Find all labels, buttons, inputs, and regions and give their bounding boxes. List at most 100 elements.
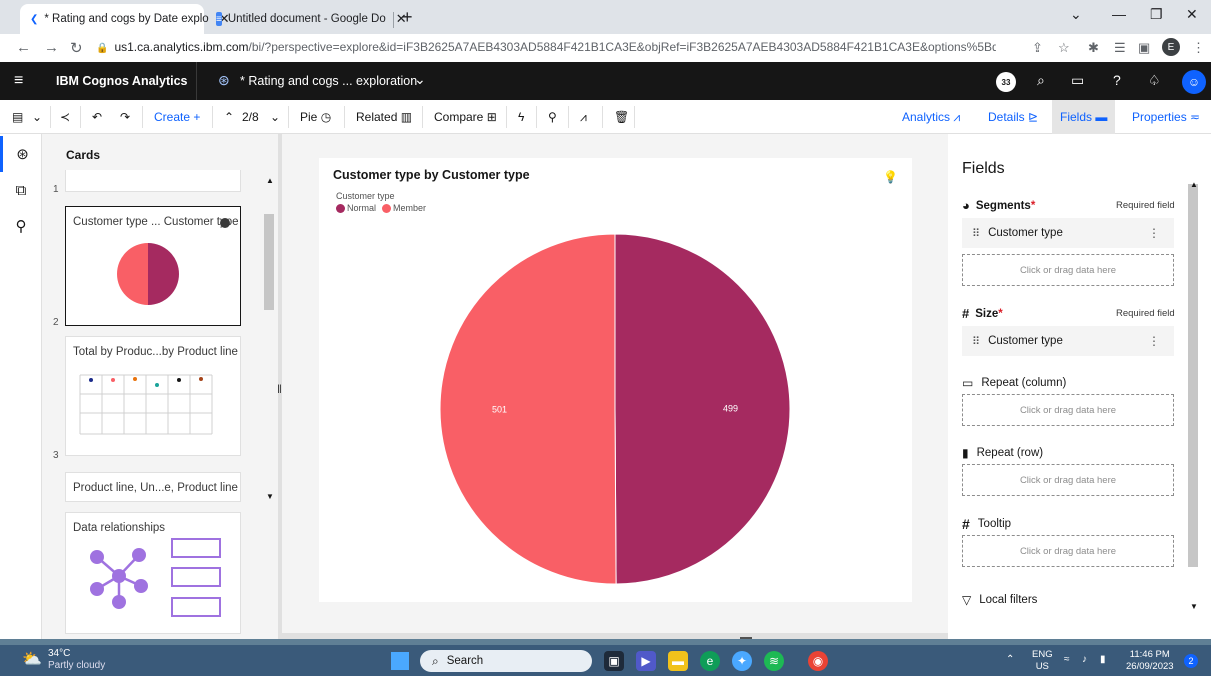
profile-avatar[interactable]: E bbox=[1162, 38, 1180, 56]
tab-fields[interactable]: Fields ▬ bbox=[1052, 100, 1116, 134]
chevron-down-icon[interactable]: ⌄ bbox=[270, 110, 280, 124]
pie-slice-member[interactable] bbox=[439, 233, 617, 585]
chevron-down-icon[interactable]: ⌄ bbox=[1070, 6, 1082, 23]
mini-dot bbox=[199, 377, 203, 381]
app-icon[interactable]: ✦ bbox=[732, 651, 752, 671]
url-path: /bi/?perspective=explore&id=iF3B2625A7AE… bbox=[248, 40, 996, 54]
browser-tab-cognos[interactable]: ❮ * Rating and cogs by Date explo ✕ bbox=[20, 4, 230, 34]
pin-rail-icon[interactable]: ⚲ bbox=[0, 208, 42, 244]
notification-center-badge[interactable]: 2 bbox=[1184, 654, 1198, 668]
toolbar-separator bbox=[506, 106, 507, 128]
new-tab-icon[interactable]: + bbox=[402, 7, 413, 28]
card-product-line[interactable]: Product line, Un...e, Product line bbox=[65, 472, 241, 502]
forward-icon[interactable]: → bbox=[44, 39, 59, 56]
star-icon[interactable]: ☆ bbox=[1058, 40, 1070, 56]
chrome-icon[interactable]: ◉ bbox=[808, 651, 828, 671]
battery-icon[interactable]: ▮ bbox=[1100, 654, 1106, 665]
card-customer-type[interactable]: Customer type ... Customer type bbox=[65, 206, 241, 326]
trash-icon[interactable]: 🗑 bbox=[614, 110, 629, 124]
taskbar-search[interactable]: ⌕ Search bbox=[420, 650, 592, 672]
notification-badge[interactable]: 33 bbox=[996, 72, 1016, 92]
weather-icon[interactable]: ⛅ bbox=[22, 649, 42, 669]
search-icon: ⌕ bbox=[432, 653, 439, 668]
segments-field-pill[interactable]: ⠿ Customer type ⋮ bbox=[962, 218, 1174, 248]
filter-icon: ▽ bbox=[962, 593, 972, 607]
scroll-down-icon[interactable]: ▼ bbox=[266, 492, 274, 501]
redo-icon[interactable]: ↷ bbox=[120, 110, 130, 124]
chat-icon[interactable]: ▭ bbox=[1071, 72, 1084, 89]
repeat-row-drop-zone[interactable]: Click or drag data here bbox=[962, 464, 1174, 496]
browser-tab-docs[interactable]: ≡ Untitled document - Google Do ✕ bbox=[206, 4, 407, 34]
card-partial[interactable] bbox=[65, 170, 241, 192]
undo-icon[interactable]: ↶ bbox=[92, 110, 102, 124]
task-view-icon[interactable]: ▣ bbox=[604, 651, 624, 671]
search-icon[interactable]: ⌕ bbox=[1037, 72, 1045, 89]
repeat-row-label: Repeat (row) bbox=[976, 447, 1044, 459]
wifi-icon[interactable]: ≈ bbox=[1064, 654, 1070, 665]
cards-rail-icon[interactable]: ⊛ bbox=[0, 136, 42, 172]
window-close-icon[interactable]: ✕ bbox=[1186, 6, 1198, 23]
share-icon[interactable]: ≺ bbox=[60, 110, 70, 124]
user-icon[interactable]: ☺ bbox=[1182, 70, 1206, 94]
drag-handle-icon[interactable]: ⠿ bbox=[972, 335, 980, 348]
reload-icon[interactable]: ↻ bbox=[70, 39, 83, 57]
pin-icon[interactable]: ⚲ bbox=[548, 110, 557, 124]
overflow-menu-icon[interactable]: ⋮ bbox=[1148, 334, 1160, 348]
details-icon: ⊵ bbox=[1028, 110, 1039, 124]
scroll-up-icon[interactable]: ▲ bbox=[266, 176, 274, 185]
chevron-up-icon[interactable]: ⌃ bbox=[224, 110, 234, 124]
compare-button[interactable]: Compare ⊞ bbox=[434, 110, 497, 124]
related-button[interactable]: Related ▥ bbox=[356, 110, 412, 124]
pie-slice-normal[interactable] bbox=[614, 233, 791, 585]
teams-icon[interactable]: ▶ bbox=[636, 651, 656, 671]
file-explorer-icon[interactable]: ▬ bbox=[668, 651, 688, 671]
share-icon[interactable]: ⇪ bbox=[1032, 40, 1043, 56]
size-field-pill[interactable]: ⠿ Customer type ⋮ bbox=[962, 326, 1174, 356]
pie-button[interactable]: Pie ◷ bbox=[300, 110, 331, 124]
volume-icon[interactable]: ♪ bbox=[1082, 654, 1087, 665]
hamburger-menu-icon[interactable]: ≡ bbox=[14, 72, 23, 90]
tab-properties[interactable]: Properties ≂ bbox=[1124, 100, 1208, 134]
line-chart-icon[interactable]: ⩘ bbox=[580, 110, 587, 125]
windows-start-icon[interactable] bbox=[391, 652, 409, 670]
menu-dots-icon[interactable]: ⋮ bbox=[1192, 40, 1205, 56]
overflow-menu-icon[interactable]: ⋮ bbox=[1148, 226, 1160, 240]
extensions-icon[interactable]: ✱ bbox=[1088, 40, 1099, 56]
chevron-up-icon[interactable]: ⌃ bbox=[1006, 654, 1014, 665]
create-button[interactable]: Create + bbox=[154, 110, 200, 124]
chevron-down-icon[interactable]: ⌄ bbox=[32, 110, 42, 124]
repeat-column-drop-zone[interactable]: Click or drag data here bbox=[962, 394, 1174, 426]
clock[interactable]: 11:46 PM 26/09/2023 bbox=[1126, 649, 1174, 673]
segments-drop-zone[interactable]: Click or drag data here bbox=[962, 254, 1174, 286]
card-total-by-product[interactable]: Total by Produc...by Product line bbox=[65, 336, 241, 456]
notifications-bell-icon[interactable]: ♤ bbox=[1148, 72, 1161, 89]
save-icon[interactable]: ▤ bbox=[12, 110, 23, 124]
minimize-icon[interactable]: — bbox=[1112, 6, 1126, 22]
scroll-down-icon[interactable]: ▼ bbox=[1190, 602, 1198, 611]
address-bar: ← → ↻ 🔒 us1.ca.analytics.ibm.com/bi/?pers… bbox=[0, 34, 1211, 62]
spotify-icon[interactable]: ≋ bbox=[764, 651, 784, 671]
reading-list-icon[interactable]: ☰ bbox=[1114, 40, 1126, 56]
language-indicator[interactable]: ENG US bbox=[1032, 649, 1053, 673]
drag-handle-icon[interactable]: ⠿ bbox=[972, 227, 980, 240]
lightning-icon[interactable]: ϟ bbox=[518, 110, 524, 124]
local-filters-heading[interactable]: ▽ Local filters bbox=[962, 593, 1037, 607]
tab-analytics[interactable]: Analytics ⩘ bbox=[894, 100, 968, 134]
relationship-rail-icon[interactable]: ⧉ bbox=[0, 172, 42, 208]
fields-scrollbar[interactable] bbox=[1188, 184, 1198, 567]
side-panel-icon[interactable]: ▣ bbox=[1138, 40, 1150, 56]
tab-details[interactable]: Details ⊵ bbox=[980, 100, 1046, 134]
cards-scrollbar[interactable] bbox=[264, 214, 274, 310]
url-field[interactable]: 🔒 us1.ca.analytics.ibm.com/bi/?perspectiv… bbox=[96, 40, 996, 54]
related-icon: ▥ bbox=[400, 110, 413, 124]
restore-icon[interactable]: ❐ bbox=[1150, 6, 1163, 23]
chevron-down-icon[interactable]: ⌄ bbox=[414, 71, 426, 88]
exploration-title[interactable]: * Rating and cogs ... exploration bbox=[240, 74, 417, 88]
edge-icon[interactable]: e bbox=[700, 651, 720, 671]
help-icon[interactable]: ? bbox=[1113, 72, 1121, 88]
back-icon[interactable]: ← bbox=[16, 39, 31, 56]
tooltip-drop-zone[interactable]: Click or drag data here bbox=[962, 535, 1174, 567]
card-data-relationships[interactable]: Data relationships bbox=[65, 512, 241, 634]
header-divider bbox=[196, 62, 197, 100]
scroll-up-icon[interactable]: ▲ bbox=[1190, 180, 1198, 189]
